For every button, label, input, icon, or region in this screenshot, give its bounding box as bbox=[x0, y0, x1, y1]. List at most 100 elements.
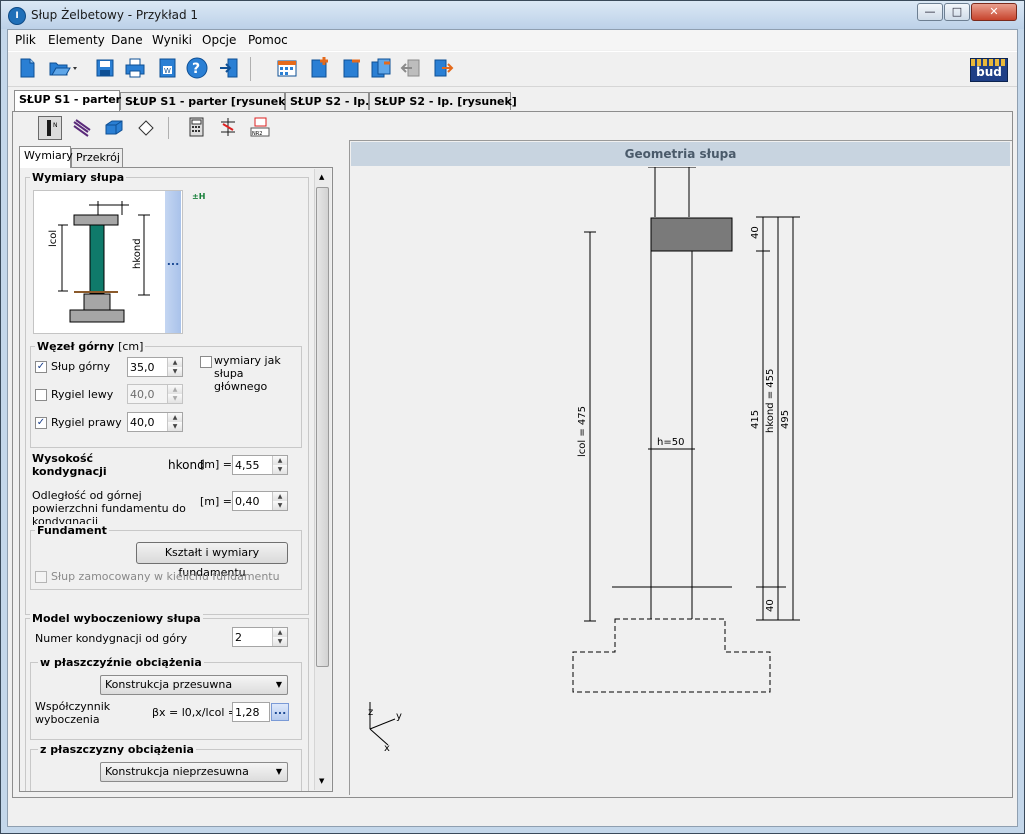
hkond-unit: [m] = bbox=[200, 458, 233, 471]
spin-up-icon[interactable]: ▲ bbox=[167, 385, 182, 394]
menu-opcje[interactable]: Opcje bbox=[202, 33, 236, 47]
wymiary-jak-checkbox[interactable] bbox=[200, 356, 212, 368]
select-2-value: Konstrukcja nieprzesuwna bbox=[105, 765, 249, 778]
beta-more-button[interactable]: ... bbox=[271, 703, 289, 721]
rygiel-lewy-checkbox[interactable] bbox=[35, 389, 47, 401]
menu-plik[interactable]: Plik bbox=[15, 33, 36, 47]
calendar-icon[interactable] bbox=[276, 57, 298, 79]
spin-up-icon[interactable]: ▲ bbox=[272, 628, 287, 637]
kielich-label: Słup zamocowany w kielichu fundamentu bbox=[51, 570, 280, 583]
section-3d-icon[interactable] bbox=[103, 116, 125, 138]
hkond-input[interactable]: ▲ ▼ bbox=[232, 455, 288, 475]
img-label-lcol: lcol bbox=[48, 229, 59, 247]
hkond-value[interactable] bbox=[235, 458, 273, 472]
model-title: Model wyboczeniowy słupa bbox=[30, 612, 203, 625]
scrollbar-thumb[interactable] bbox=[316, 187, 329, 667]
close-button[interactable]: ✕ bbox=[971, 3, 1017, 21]
scroll-up-icon[interactable]: ▲ bbox=[319, 173, 324, 181]
menu-dane[interactable]: Dane bbox=[111, 33, 143, 47]
rygiel-prawy-value[interactable] bbox=[130, 415, 168, 429]
open-folder-icon[interactable] bbox=[48, 57, 80, 79]
thumbnail-more-button[interactable]: ... bbox=[165, 191, 181, 333]
fundament-shape-button[interactable]: Kształt i wymiary fundamentu bbox=[136, 542, 288, 579]
help-icon[interactable]: ? bbox=[186, 57, 208, 79]
document-tabs: SŁUP S1 - parter SŁUP S1 - parter [rysun… bbox=[8, 90, 1017, 112]
rygiel-lewy-input[interactable]: ▲ ▼ bbox=[127, 384, 183, 404]
numer-kondygnacji-input[interactable]: ▲ ▼ bbox=[232, 627, 288, 647]
move-left-icon[interactable] bbox=[400, 57, 422, 79]
slup-gorny-value[interactable] bbox=[130, 360, 168, 374]
kielich-checkbox[interactable] bbox=[35, 571, 47, 583]
forces-diagram-icon[interactable] bbox=[217, 116, 239, 138]
menu-wyniki[interactable]: Wyniki bbox=[152, 33, 192, 47]
app-icon: I bbox=[8, 7, 26, 25]
dropdown-arrow-icon: ▼ bbox=[275, 680, 282, 689]
label-hkond: hkond = 455 bbox=[765, 369, 776, 433]
beta-value[interactable] bbox=[235, 705, 267, 719]
beta-input[interactable] bbox=[232, 702, 270, 722]
spin-down-icon[interactable]: ▼ bbox=[272, 637, 287, 646]
menu-bar: Plik Elementy Dane Wyniki Opcje Pomoc bbox=[8, 30, 1017, 50]
toggle-hint-icon[interactable]: ±H bbox=[192, 192, 210, 208]
wezel-unit: [cm] bbox=[118, 340, 144, 353]
odleglosc-value[interactable] bbox=[235, 494, 273, 508]
results-table-icon[interactable]: NR2 bbox=[249, 116, 271, 138]
select-1-value: Konstrukcja przesuwna bbox=[105, 678, 233, 691]
column-view-icon[interactable]: N bbox=[38, 116, 62, 140]
tab-slup-s2-ip-rysunek[interactable]: SŁUP S2 - Ip. [rysunek] bbox=[369, 92, 517, 110]
maximize-button[interactable]: □ bbox=[944, 3, 970, 21]
slup-gorny-input[interactable]: ▲ ▼ bbox=[127, 357, 183, 377]
remove-element-icon[interactable] bbox=[340, 57, 362, 79]
label-lcol: lcol = 475 bbox=[577, 406, 588, 457]
label-495: 495 bbox=[780, 410, 791, 429]
odleglosc-unit: [m] = bbox=[200, 495, 233, 508]
exit-icon[interactable] bbox=[218, 57, 240, 79]
svg-text:W: W bbox=[164, 67, 171, 75]
tab-przekroj[interactable]: Przekrój bbox=[71, 148, 123, 167]
slup-gorny-checkbox[interactable]: ✓ bbox=[35, 361, 47, 373]
print-icon[interactable] bbox=[124, 57, 146, 79]
rygiel-lewy-label: Rygiel lewy bbox=[51, 388, 114, 401]
tab-wymiary[interactable]: Wymiary bbox=[19, 146, 73, 168]
numer-kondygnacji-value[interactable] bbox=[235, 630, 273, 644]
odleglosc-input[interactable]: ▲ ▼ bbox=[232, 491, 288, 511]
scroll-down-icon[interactable]: ▼ bbox=[319, 777, 324, 785]
axis-y-label: y bbox=[396, 711, 402, 722]
brand-logo-text: bud bbox=[976, 65, 1002, 79]
spin-down-icon[interactable]: ▼ bbox=[167, 367, 182, 376]
calculator-icon[interactable] bbox=[185, 116, 207, 138]
add-element-icon[interactable] bbox=[308, 57, 330, 79]
spin-up-icon[interactable]: ▲ bbox=[167, 413, 182, 422]
column-thumbnail[interactable]: lcol hkond ... bbox=[33, 190, 183, 334]
status-bar bbox=[12, 804, 1013, 822]
new-file-icon[interactable] bbox=[16, 57, 38, 79]
save-icon[interactable] bbox=[94, 57, 116, 79]
spin-down-icon[interactable]: ▼ bbox=[272, 465, 287, 474]
copy-element-icon[interactable] bbox=[370, 57, 392, 79]
buckling-mode-select-1[interactable]: Konstrukcja przesuwna ▼ bbox=[100, 675, 288, 695]
spin-up-icon[interactable]: ▲ bbox=[272, 456, 287, 465]
spin-down-icon[interactable]: ▼ bbox=[167, 422, 182, 431]
spin-up-icon[interactable]: ▲ bbox=[167, 358, 182, 367]
spin-down-icon[interactable]: ▼ bbox=[272, 501, 287, 510]
rygiel-lewy-value[interactable] bbox=[130, 387, 168, 401]
title-bar: I Słup Żelbetowy - Przykład 1 — □ ✕ bbox=[1, 1, 1024, 29]
rygiel-prawy-checkbox[interactable]: ✓ bbox=[35, 417, 47, 429]
spin-down-icon[interactable]: ▼ bbox=[167, 394, 182, 403]
minimize-button[interactable]: — bbox=[917, 3, 943, 21]
label-415: 415 bbox=[750, 410, 761, 429]
left-panel-scrollbar[interactable]: ▲ ▼ bbox=[314, 169, 331, 790]
export-word-icon[interactable]: W bbox=[156, 57, 178, 79]
rygiel-prawy-label: Rygiel prawy bbox=[51, 416, 122, 429]
eraser-icon[interactable] bbox=[135, 116, 157, 138]
buckling-mode-select-2[interactable]: Konstrukcja nieprzesuwna ▼ bbox=[100, 762, 288, 782]
spin-up-icon[interactable]: ▲ bbox=[272, 492, 287, 501]
tab-slup-s2-ip[interactable]: SŁUP S2 - Ip. bbox=[285, 92, 369, 110]
rygiel-prawy-input[interactable]: ▲ ▼ bbox=[127, 412, 183, 432]
menu-elementy[interactable]: Elementy bbox=[48, 33, 105, 47]
tab-slup-s1-parter[interactable]: SŁUP S1 - parter bbox=[14, 90, 121, 111]
move-right-icon[interactable] bbox=[432, 57, 454, 79]
menu-pomoc[interactable]: Pomoc bbox=[248, 33, 288, 47]
tab-slup-s1-parter-rysunek[interactable]: SŁUP S1 - parter [rysunek] bbox=[120, 92, 291, 110]
reinforcement-icon[interactable] bbox=[71, 116, 93, 138]
